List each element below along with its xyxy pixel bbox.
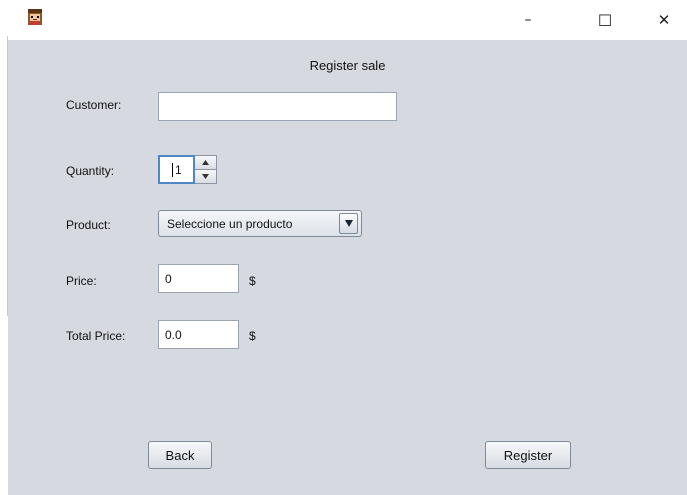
close-button[interactable]: ✕: [641, 0, 687, 40]
arrow-down-icon: [202, 174, 209, 179]
dropdown-arrow-icon[interactable]: [339, 213, 358, 234]
product-label: Product:: [66, 218, 111, 232]
maximize-icon: ☐: [597, 10, 613, 30]
price-currency: $: [249, 274, 256, 288]
minimize-icon: –: [524, 12, 532, 28]
title-bar[interactable]: – ☐ ✕: [8, 0, 687, 40]
text-caret: [172, 162, 173, 177]
quantity-input[interactable]: 1: [158, 155, 195, 184]
spin-up-button[interactable]: [195, 156, 216, 169]
price-label: Price:: [66, 274, 97, 288]
window-left-edge: [0, 0, 8, 495]
spinner-buttons: [195, 155, 217, 184]
app-window: – ☐ ✕ Register sale Customer: Quantity: …: [0, 0, 687, 495]
back-button[interactable]: Back: [148, 441, 212, 469]
page-title: Register sale: [309, 58, 386, 73]
quantity-label: Quantity:: [66, 164, 115, 178]
minimize-button[interactable]: –: [505, 0, 551, 40]
total-price-currency: $: [249, 329, 256, 343]
quantity-spinner[interactable]: 1: [158, 155, 218, 184]
quantity-value: 1: [175, 162, 182, 177]
register-button[interactable]: Register: [485, 441, 571, 469]
spin-down-button[interactable]: [195, 169, 216, 183]
product-selected-value: Seleccione un producto: [167, 216, 293, 231]
maximize-button[interactable]: ☐: [582, 0, 628, 40]
customer-input[interactable]: [158, 92, 397, 121]
arrow-up-icon: [202, 160, 209, 165]
total-price-input[interactable]: 0.0: [158, 320, 239, 349]
app-icon: [28, 9, 42, 25]
form-panel: Register sale Customer: Quantity: 1 Prod…: [8, 40, 687, 495]
price-input[interactable]: 0: [158, 264, 239, 293]
customer-label: Customer:: [66, 98, 122, 112]
total-price-label: Total Price:: [66, 329, 126, 343]
close-icon: ✕: [657, 11, 671, 29]
product-select[interactable]: Seleccione un producto: [158, 210, 362, 237]
